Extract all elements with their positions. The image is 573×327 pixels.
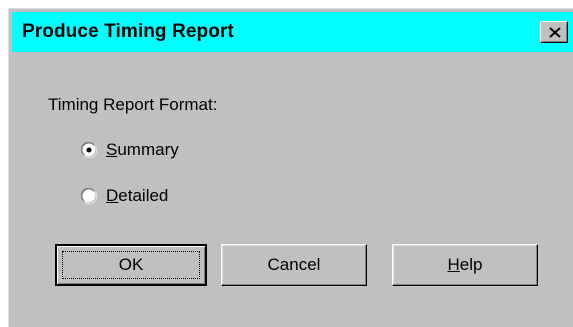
close-button[interactable] — [540, 21, 568, 43]
window-title: Produce Timing Report — [22, 21, 234, 42]
ok-button-label: OK — [118, 255, 144, 274]
radio-selected-dot — [86, 147, 92, 153]
cancel-button-label: Cancel — [267, 255, 321, 274]
title-bar: Produce Timing Report — [12, 12, 573, 52]
summary-option-label[interactable]: Summary — [106, 140, 179, 160]
detailed-option-label[interactable]: Detailed — [106, 186, 168, 206]
ok-button[interactable]: OK — [55, 244, 207, 286]
radio-detailed[interactable] — [81, 188, 97, 204]
help-button-label: Help — [447, 255, 483, 274]
help-button[interactable]: Help — [392, 244, 538, 286]
radio-summary[interactable] — [81, 142, 97, 158]
close-icon — [549, 27, 561, 38]
timing-report-format-label: Timing Report Format: — [48, 95, 218, 114]
cancel-button[interactable]: Cancel — [221, 244, 367, 286]
produce-timing-report-dialog: Produce Timing Report Timing Report Form… — [8, 8, 573, 327]
